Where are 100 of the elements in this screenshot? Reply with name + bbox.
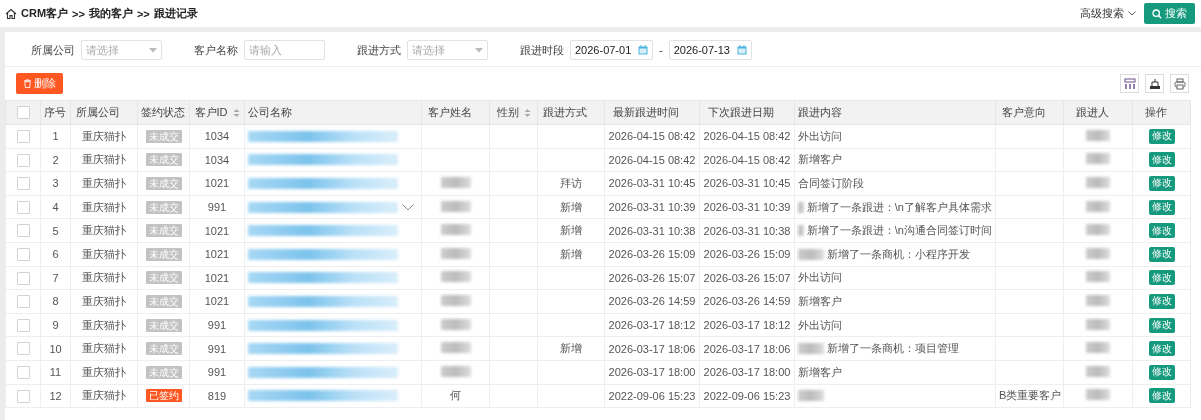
select-field[interactable]: 请选择 [407,40,488,60]
breadcrumb-separator: >> [72,7,85,20]
column-header: 签约状态 [141,105,185,120]
edit-button[interactable]: 修改 [1148,223,1175,239]
table-cell: 2022-09-06 15:23 [703,389,791,402]
advanced-search-toggle[interactable]: 高级搜索 [1080,6,1136,21]
home-icon[interactable] [5,7,17,20]
table-cell: 新增了一条跟进：\n沟通合同签订时间 [806,223,992,239]
table-cell: 2026-03-26 14:59 [608,295,696,308]
table-cell: 新增客户 [798,152,842,168]
edit-button[interactable]: 修改 [1148,341,1175,357]
table-cell: 10 [49,342,62,355]
table-cell: 何 [450,389,461,402]
blurred-follower-name [1086,224,1110,236]
breadcrumb-item[interactable]: CRM客户 [21,6,69,21]
column-header: 公司名称 [248,105,292,120]
edit-button[interactable]: 修改 [1148,364,1175,380]
table-cell: 2026-04-15 08:42 [703,130,791,143]
row-checkbox[interactable] [16,153,30,167]
column-header: 客户姓名 [427,105,472,120]
table-cell: 2026-03-26 15:09 [703,248,791,261]
table-cell: 重庆猫扑 [82,271,126,284]
chevron-down-icon [1128,11,1136,16]
edit-button[interactable]: 修改 [1148,317,1175,333]
breadcrumb-separator: >> [136,7,150,20]
table-cell: 1021 [204,248,230,261]
table-cell: 新增了一条商机：项目管理 [827,341,959,357]
chevron-down-icon[interactable] [402,203,414,211]
columns-button[interactable] [1120,74,1139,93]
table-cell: 5 [52,224,59,237]
table-cell: 1034 [204,153,230,166]
edit-button[interactable]: 修改 [1148,388,1175,404]
table-cell: 11 [49,366,62,379]
breadcrumb-item[interactable]: 我的客户 [88,6,133,21]
calendar-icon [736,45,747,55]
print-button[interactable] [1170,74,1189,93]
column-header: 序号 [44,105,66,120]
column-header: 所属公司 [76,105,120,120]
edit-button[interactable]: 修改 [1148,152,1175,168]
row-checkbox[interactable] [16,366,30,380]
select-field[interactable]: 请选择 [81,40,162,60]
blurred-follower-name [1086,177,1110,188]
blurred-customer-name [440,365,471,377]
blurred-follower-name [1086,389,1110,401]
column-header: 下次跟进日期 [708,105,774,120]
table-cell: 2026-03-31 10:45 [703,177,791,190]
edit-button[interactable]: 修改 [1148,270,1175,286]
blurred-follower-name [1086,365,1110,377]
blurred-customer-name [440,318,471,330]
row-checkbox[interactable] [16,177,30,191]
date-field[interactable]: 2026-07-13 [668,40,752,60]
table-cell: 外出访问 [798,128,842,144]
date-separator: - [659,44,663,56]
select-all-checkbox[interactable] [16,106,30,120]
table-cell: 1 [52,130,59,143]
edit-button[interactable]: 修改 [1148,199,1175,215]
blurred-follower-name [1086,342,1110,354]
table-cell: 2026-03-17 18:00 [608,366,696,379]
table-cell: 2026-03-17 18:12 [703,319,791,332]
table-cell: 8 [52,295,59,308]
table-cell: 重庆猫扑 [82,200,126,213]
table-cell: 2026-03-26 15:07 [703,271,791,284]
table-cell: 1021 [204,177,230,190]
caret-down-icon [475,47,483,53]
table-cell: 1034 [204,130,230,143]
table-cell: 新增 [560,224,582,237]
blurred-follower-name [1086,318,1110,330]
sort-icon[interactable] [523,107,531,118]
export-button[interactable] [1145,74,1164,93]
row-checkbox[interactable] [16,271,30,285]
edit-button[interactable]: 修改 [1148,293,1175,309]
table-cell: 2026-03-17 18:06 [608,342,696,355]
row-checkbox[interactable] [16,200,30,214]
blurred-customer-name [440,342,471,354]
search-button[interactable]: 搜索 [1144,3,1195,24]
table-cell: 1021 [204,295,230,308]
row-checkbox[interactable] [16,389,30,403]
edit-button[interactable]: 修改 [1148,128,1175,144]
edit-button[interactable]: 修改 [1148,246,1175,262]
blurred-follower-name [1086,153,1110,165]
row-checkbox[interactable] [16,295,30,309]
breadcrumb-item: 跟进记录 [153,6,198,21]
row-checkbox[interactable] [16,130,30,144]
calendar-icon [638,45,648,55]
delete-button[interactable]: 删除 [16,73,63,94]
edit-button[interactable]: 修改 [1148,176,1175,191]
table-cell: 2026-04-15 08:42 [608,130,696,143]
row-checkbox[interactable] [16,342,30,356]
row-checkbox[interactable] [16,224,30,238]
input-field[interactable]: 请输入 [244,40,325,60]
table-cell: 2026-03-17 18:12 [608,319,696,332]
row-checkbox[interactable] [16,248,30,262]
date-field[interactable]: 2026-07-01 [570,40,653,60]
row-checkbox[interactable] [16,318,30,332]
table-cell: 新增客户 [798,364,842,380]
table-cell: 重庆猫扑 [82,177,126,189]
blurred-customer-name [440,224,471,236]
sort-icon[interactable] [232,107,240,118]
blurred-customer-name [440,294,471,306]
trash-icon [23,79,32,88]
